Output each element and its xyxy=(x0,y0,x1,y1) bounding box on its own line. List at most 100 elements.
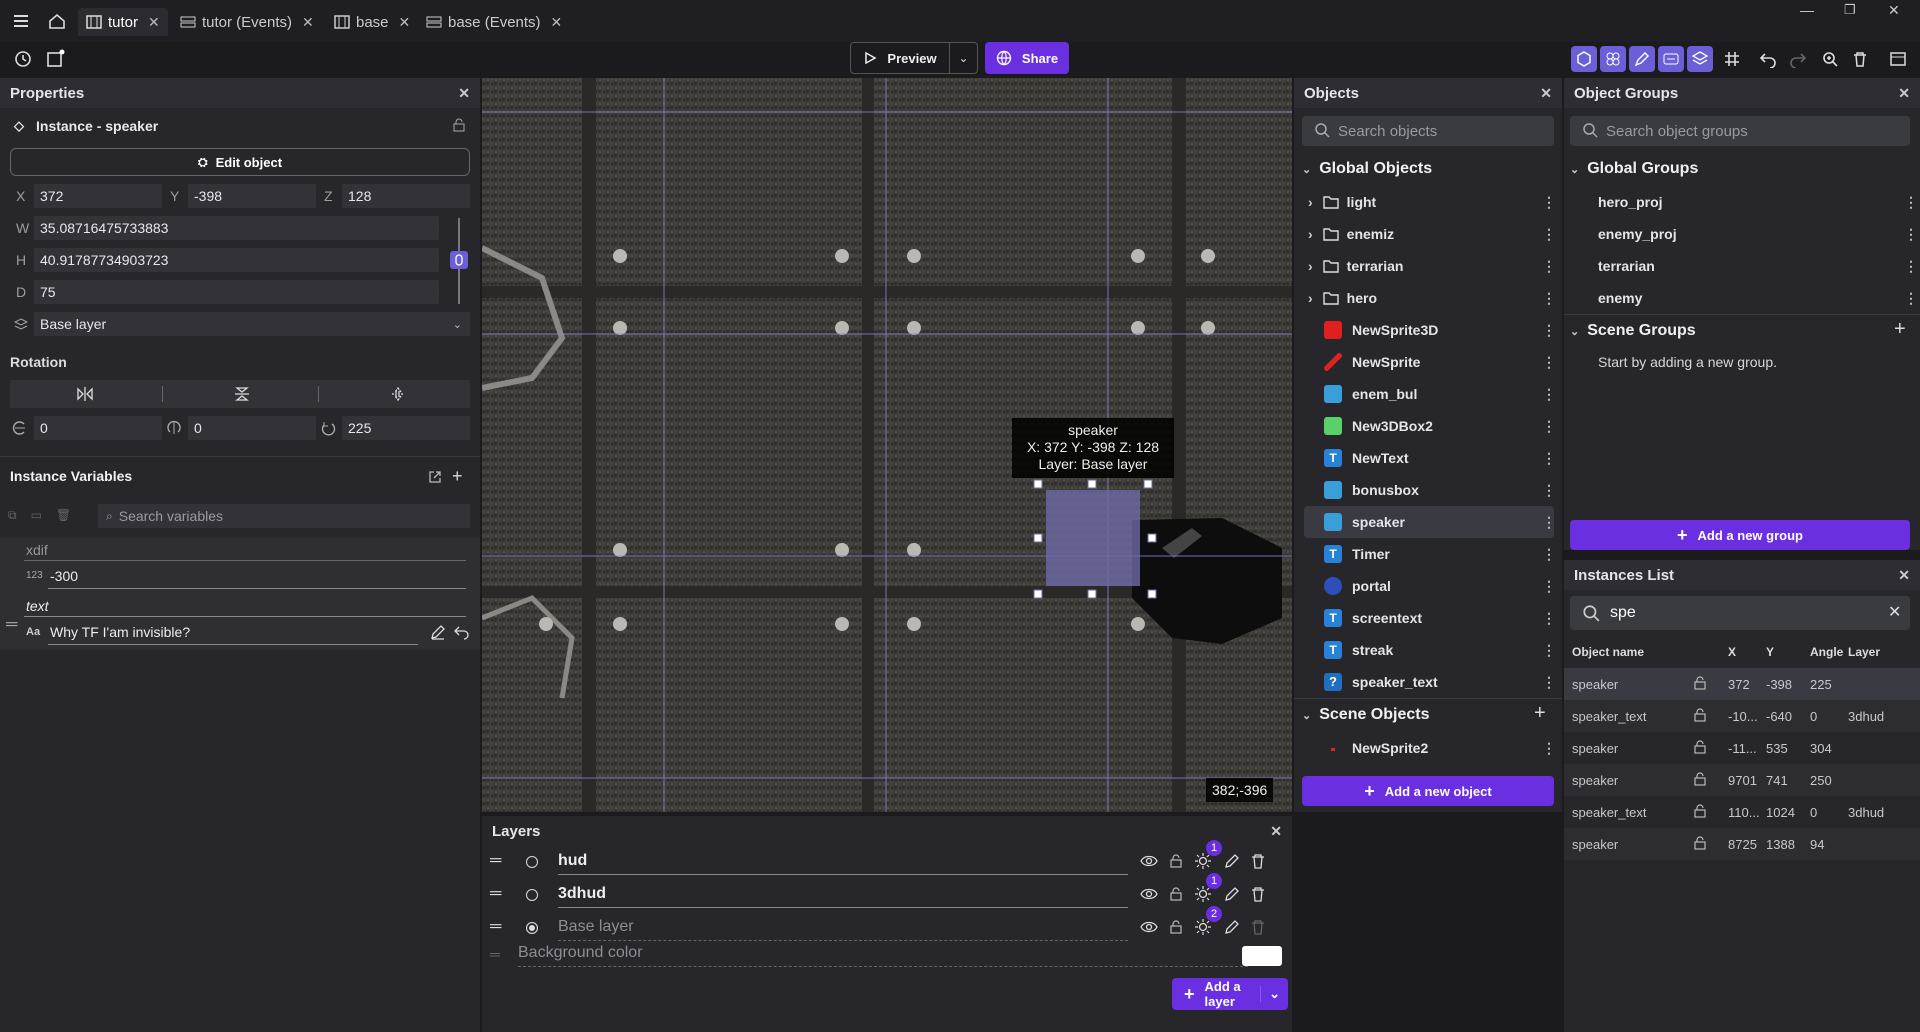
table-row[interactable]: speaker -11... 535 304 xyxy=(1564,732,1920,764)
more-icon[interactable]: ⋮ xyxy=(1904,226,1918,243)
unlock-icon[interactable] xyxy=(1694,740,1706,754)
rotation-y-field[interactable]: 0 xyxy=(188,416,316,440)
list-item[interactable]: NewSprite ⋮ xyxy=(1304,346,1556,378)
list-item[interactable]: bonusbox ⋮ xyxy=(1304,474,1556,506)
depth-field[interactable]: 75 xyxy=(34,280,439,304)
more-icon[interactable]: ⋮ xyxy=(1904,290,1918,307)
save-icon[interactable] xyxy=(42,46,68,72)
flip-vertical-icon[interactable] xyxy=(234,386,250,402)
close-window-button[interactable]: ✕ xyxy=(1888,2,1900,19)
menu-icon[interactable] xyxy=(8,8,34,34)
column-header[interactable]: X xyxy=(1728,645,1736,659)
preview-dropdown[interactable]: ⌄ xyxy=(950,42,978,74)
tab-base-events[interactable]: base (Events) ✕ xyxy=(418,8,570,36)
close-icon[interactable]: ✕ xyxy=(399,14,411,31)
group-item[interactable]: hero_proj xyxy=(1598,186,1663,218)
add-scene-object-icon[interactable]: + xyxy=(1534,702,1546,725)
x-field[interactable]: 372 xyxy=(34,184,162,208)
clear-search-icon[interactable]: ✕ xyxy=(1888,602,1901,622)
share-button[interactable]: Share xyxy=(985,42,1069,74)
list-item[interactable]: › terrarian ⋮ xyxy=(1304,250,1556,282)
add-scene-group-icon[interactable]: + xyxy=(1894,318,1906,341)
table-row[interactable]: speaker 8725 1388 94 xyxy=(1564,828,1920,860)
width-field[interactable]: 35.08716475733883 xyxy=(34,216,439,240)
close-icon[interactable]: ✕ xyxy=(1898,85,1910,102)
global-groups-section[interactable]: ⌄ Global Groups xyxy=(1570,160,1698,178)
grid-icon[interactable] xyxy=(1719,46,1745,72)
layer-name[interactable]: Base layer xyxy=(558,918,634,936)
close-icon[interactable]: ✕ xyxy=(551,14,563,31)
edit-object-button[interactable]: ⛭ Edit object xyxy=(10,148,470,176)
trash-icon[interactable]: 🗑 xyxy=(56,508,71,523)
list-item[interactable]: › hero ⋮ xyxy=(1304,282,1556,314)
more-icon[interactable]: ⋮ xyxy=(1542,322,1556,339)
layers-icon[interactable] xyxy=(1687,46,1713,72)
unlock-icon[interactable] xyxy=(1694,836,1706,850)
column-header[interactable]: Angle xyxy=(1810,645,1843,659)
global-objects-section[interactable]: ⌄ Global Objects xyxy=(1302,160,1432,178)
drag-handle-icon[interactable]: ═ xyxy=(490,918,501,936)
more-icon[interactable]: ⋮ xyxy=(1542,194,1556,211)
table-row[interactable]: speaker 9701 741 250 xyxy=(1564,764,1920,796)
preview-button[interactable]: Preview xyxy=(850,42,950,74)
close-icon[interactable]: ✕ xyxy=(458,85,470,102)
more-icon[interactable]: ⋮ xyxy=(1542,482,1556,499)
drag-handle-icon[interactable]: ═ xyxy=(490,885,501,903)
variable-value[interactable]: -300 xyxy=(50,568,78,584)
more-icon[interactable]: ⋮ xyxy=(1542,546,1556,563)
unlock-icon[interactable] xyxy=(1170,854,1182,868)
eye-icon[interactable] xyxy=(1140,920,1158,934)
close-icon[interactable]: ✕ xyxy=(302,14,314,31)
list-item[interactable]: Tstreak ⋮ xyxy=(1304,634,1556,666)
delete-icon[interactable] xyxy=(1847,46,1873,72)
lock-icon[interactable] xyxy=(452,118,466,132)
edit-properties-icon[interactable] xyxy=(1629,46,1655,72)
chevron-right-icon[interactable]: › xyxy=(1308,290,1313,306)
z-field[interactable]: 128 xyxy=(342,184,470,208)
open-external-icon[interactable] xyxy=(428,470,442,484)
variable-row-text[interactable]: text ═ Aa Why TF I'am invisible? xyxy=(0,594,480,650)
add-layer-button[interactable]: + Add a layer ⌄ xyxy=(1172,978,1288,1010)
layer-select[interactable]: Base layer ⌄ xyxy=(34,312,470,336)
radio-icon[interactable] xyxy=(526,922,538,934)
rotation-z-field[interactable]: 225 xyxy=(342,416,470,440)
flip-horizontal-icon[interactable] xyxy=(76,386,94,402)
add-group-button[interactable]: + Add a new group xyxy=(1570,520,1910,550)
edit-icon[interactable] xyxy=(1224,919,1240,935)
unlock-icon[interactable] xyxy=(1694,772,1706,786)
tab-tutor[interactable]: tutor ✕ xyxy=(78,8,168,36)
chevron-right-icon[interactable]: › xyxy=(1308,194,1313,210)
paste-icon[interactable]: ▭ xyxy=(31,508,42,523)
redo-icon[interactable] xyxy=(1785,46,1811,72)
list-item[interactable]: ? speaker_text ⋮ xyxy=(1304,666,1556,698)
edit-icon[interactable] xyxy=(430,624,446,640)
group-item[interactable]: enemy_proj xyxy=(1598,218,1677,250)
list-item[interactable]: › enemiz ⋮ xyxy=(1304,218,1556,250)
list-item[interactable]: New3DBox2 ⋮ xyxy=(1304,410,1556,442)
zoom-icon[interactable] xyxy=(1817,46,1843,72)
more-icon[interactable]: ⋮ xyxy=(1542,642,1556,659)
unlock-icon[interactable] xyxy=(1694,708,1706,722)
tab-tutor-events[interactable]: tutor (Events) ✕ xyxy=(172,8,322,36)
more-icon[interactable]: ⋮ xyxy=(1542,674,1556,691)
window-settings-icon[interactable] xyxy=(1885,46,1911,72)
search-groups-input[interactable]: Search object groups xyxy=(1570,116,1910,146)
list-item[interactable]: enem_bul ⋮ xyxy=(1304,378,1556,410)
chevron-down-icon[interactable]: ⌄ xyxy=(1260,986,1280,1002)
more-icon[interactable]: ⋮ xyxy=(1904,258,1918,275)
more-icon[interactable]: ⋮ xyxy=(1542,386,1556,403)
trash-icon[interactable] xyxy=(1250,853,1266,869)
drag-handle-icon[interactable]: ═ xyxy=(6,616,17,634)
search-objects-input[interactable]: Search objects xyxy=(1302,116,1554,146)
group-item[interactable]: terrarian xyxy=(1598,250,1655,282)
undo-icon[interactable] xyxy=(1755,46,1781,72)
unlock-icon[interactable] xyxy=(1170,887,1182,901)
background-color-swatch[interactable] xyxy=(1242,946,1282,966)
unlock-icon[interactable] xyxy=(1694,676,1706,690)
list-item[interactable]: › light ⋮ xyxy=(1304,186,1556,218)
radio-icon[interactable] xyxy=(526,856,538,868)
list-item[interactable]: NewSprite3D ⋮ xyxy=(1304,314,1556,346)
list-item[interactable]: T NewText ⋮ xyxy=(1304,442,1556,474)
radio-icon[interactable] xyxy=(526,889,538,901)
drag-handle-icon[interactable]: ═ xyxy=(490,852,501,870)
